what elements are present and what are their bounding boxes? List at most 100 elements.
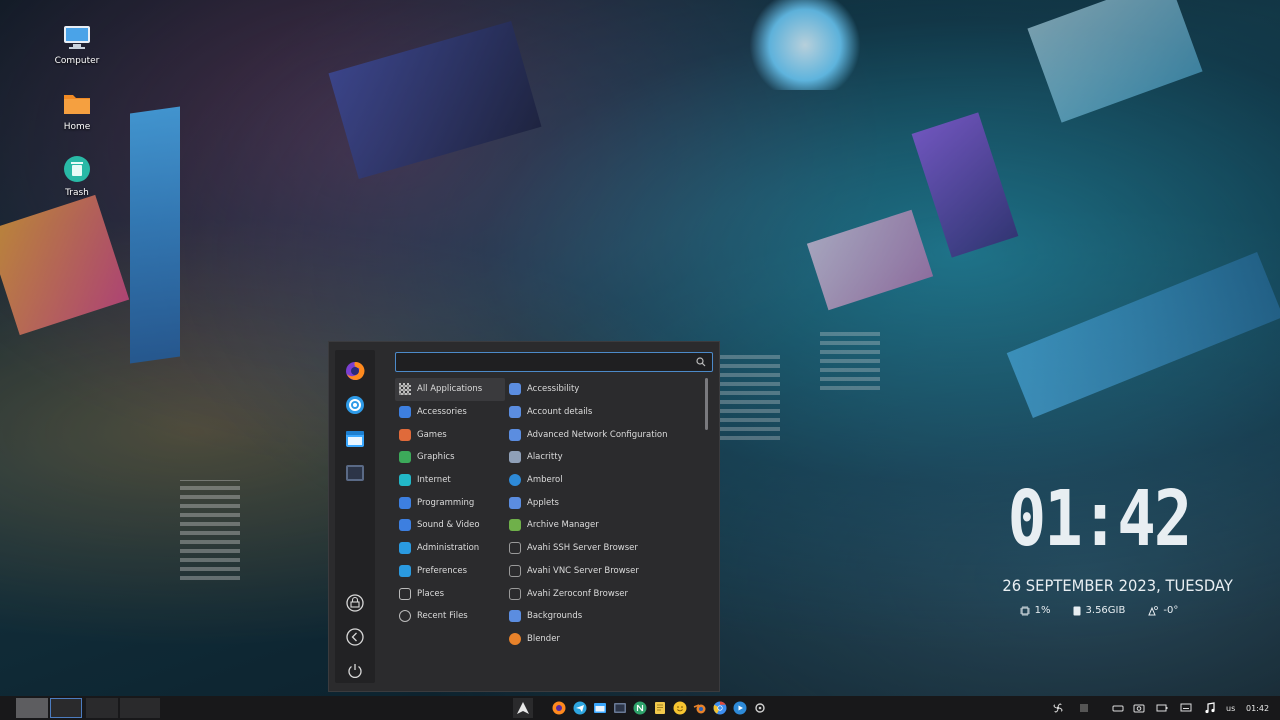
taskbar-file-manager[interactable] [592,700,608,716]
file-manager-icon [594,703,606,713]
application-item[interactable]: Avahi Zeroconf Browser [507,582,707,605]
sidebar-settings[interactable] [344,394,366,416]
category-item[interactable]: Graphics [395,446,505,469]
chromium-icon [713,701,727,715]
category-item[interactable]: Places [395,582,505,605]
category-item[interactable]: Preferences [395,560,505,583]
application-item[interactable]: Archive Manager [507,514,707,537]
category-item[interactable]: Recent Files [395,605,505,628]
keyboard-layout[interactable]: us [1226,696,1235,720]
application-item[interactable]: Avahi SSH Server Browser [507,537,707,560]
workspace-1[interactable] [16,698,48,718]
temperature-value: -0° [1163,605,1179,616]
taskbar-chromium[interactable] [712,700,728,716]
application-item[interactable]: Advanced Network Configuration [507,423,707,446]
workspace-4[interactable] [120,698,152,718]
programming-icon [399,496,411,509]
desktop-icon-computer[interactable]: Computer [37,22,117,66]
tray-camera[interactable] [1131,700,1147,716]
tray-drive[interactable] [1110,700,1126,716]
sidebar-file-manager[interactable] [344,428,366,450]
category-item[interactable]: Programming [395,491,505,514]
taskbar-terminal[interactable] [612,700,628,716]
taskbar-settings[interactable] [752,700,768,716]
category-label: Accessories [417,407,467,418]
menu-search-field[interactable] [395,352,713,375]
settings-icon [755,703,765,713]
workspace-2[interactable] [50,698,82,718]
tray-fan[interactable] [1050,700,1066,716]
sound-video-icon [399,519,411,532]
wallpaper-building [130,106,180,364]
search-input[interactable] [396,357,684,375]
category-list: All Applications Accessories Games Graphics… [395,378,505,628]
archive-icon [509,519,521,532]
application-label: Backgrounds [527,611,583,622]
workspace-3[interactable] [86,698,118,718]
settings-icon [346,396,364,414]
firefox-icon [346,361,365,380]
search-icon [696,357,706,367]
application-item[interactable]: Accessibility [507,378,707,401]
tray-battery[interactable] [1154,700,1170,716]
administration-icon [399,542,411,555]
application-item[interactable]: Amberol [507,469,707,492]
avahi-vnc-icon [509,564,521,577]
taskbar-app-menu[interactable] [513,698,533,718]
category-item[interactable]: All Applications [395,378,505,401]
file-manager-icon [346,431,364,447]
taskbar-blender[interactable] [692,700,708,716]
sidebar-lock[interactable] [344,592,366,614]
desktop-icon-home[interactable]: Home [37,88,117,132]
taskbar-emoji[interactable] [672,700,688,716]
category-item[interactable]: Internet [395,469,505,492]
network-icon [509,428,521,441]
alacritty-icon [509,451,521,464]
category-item[interactable]: Sound & Video [395,514,505,537]
text-editor-icon [655,702,665,714]
application-label: Avahi SSH Server Browser [527,543,638,554]
taskbar-text-editor[interactable] [652,700,668,716]
graphics-icon [399,451,411,464]
accessories-icon [399,406,411,419]
sidebar-power[interactable] [344,660,366,682]
application-list-scrollbar[interactable] [705,378,709,678]
category-item[interactable]: Games [395,423,505,446]
sidebar-terminal[interactable] [344,462,366,484]
application-item[interactable]: Alacritty [507,446,707,469]
application-item[interactable]: Blender [507,628,707,651]
category-item[interactable]: Administration [395,537,505,560]
avahi-ssh-icon [509,542,521,555]
taskbar-libreoffice[interactable] [632,700,648,716]
grid-icon [399,383,411,396]
workspace-5[interactable] [152,698,160,718]
taskbar-media-player[interactable] [732,700,748,716]
tray-music[interactable] [1202,700,1218,716]
application-item[interactable]: Backgrounds [507,605,707,628]
wallpaper-crosswalk [820,330,880,390]
category-item[interactable]: Accessories [395,401,505,424]
computer-icon [62,22,92,52]
wallpaper-light [740,0,870,90]
tray-display[interactable] [1178,700,1194,716]
desktop-icon-trash[interactable]: Trash [37,154,117,198]
taskbar-telegram[interactable] [572,700,588,716]
application-item[interactable]: Avahi VNC Server Browser [507,560,707,583]
temperature-icon [1148,605,1159,615]
category-label: Sound & Video [417,520,480,531]
scrollbar-thumb[interactable] [705,378,708,430]
lock-icon [346,594,364,612]
sidebar-firefox[interactable] [344,360,366,382]
application-item[interactable]: Applets [507,491,707,514]
wallpaper-crosswalk [720,350,780,440]
taskbar-clock[interactable]: 01:42 [1246,696,1269,720]
sidebar-logout[interactable] [344,626,366,648]
music-icon [1205,702,1215,714]
desktop-icon-label: Computer [54,56,100,66]
wallpaper-billboard [911,112,1019,258]
application-item[interactable]: Account details [507,401,707,424]
tray-overflow[interactable] [1076,700,1092,716]
places-icon [399,587,411,600]
taskbar-firefox[interactable] [551,700,567,716]
application-list: Accessibility Account details Advanced Net… [507,378,707,650]
